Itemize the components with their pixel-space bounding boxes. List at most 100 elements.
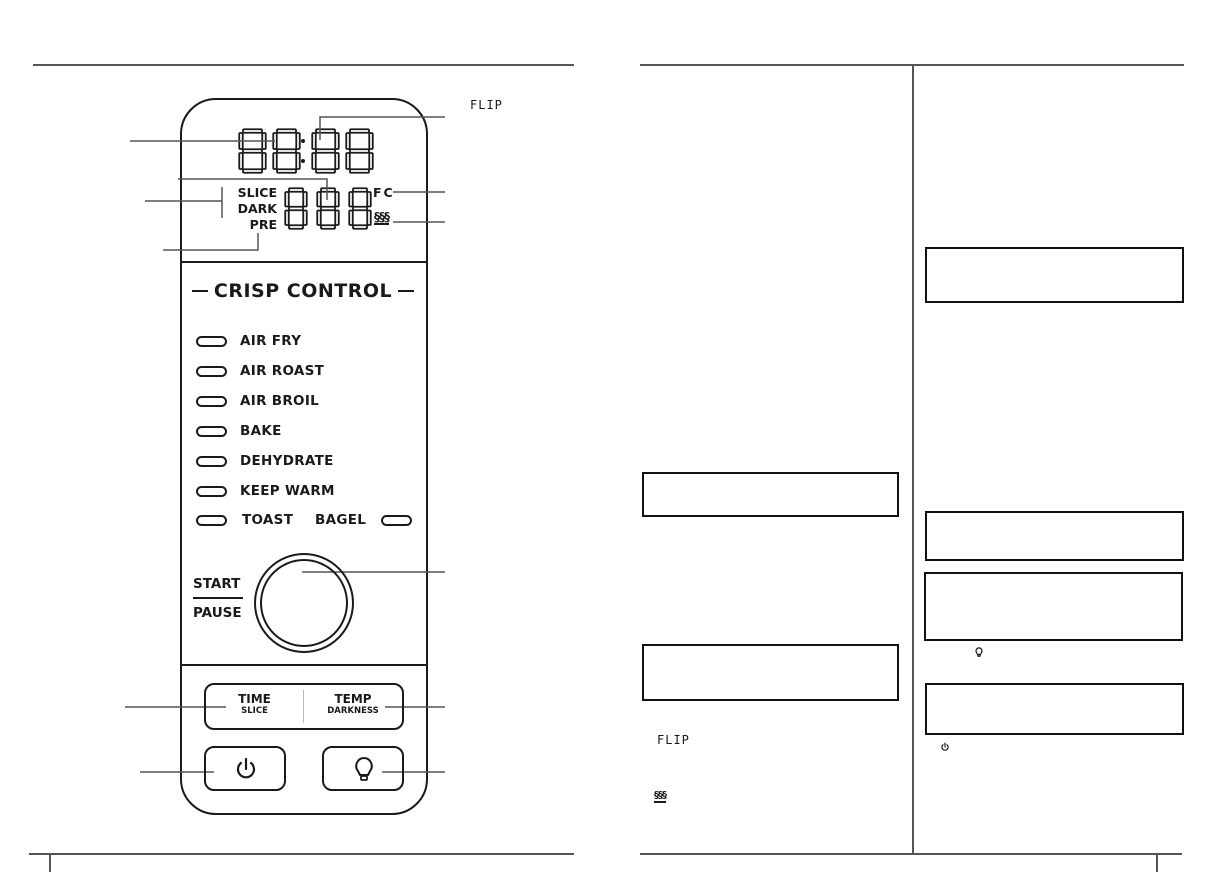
callout-box-5	[924, 572, 1183, 641]
digit-segment	[334, 209, 340, 226]
function-air-broil[interactable]: AIR BROIL	[196, 393, 319, 409]
function-toast[interactable]: TOAST	[196, 512, 293, 528]
digit-segment	[366, 209, 372, 226]
digit-segment	[302, 209, 308, 226]
flip-label: FLIP	[657, 733, 690, 747]
function-label: BAKE	[240, 423, 282, 439]
digit-segment	[366, 191, 372, 208]
digit-segment	[261, 152, 267, 170]
seven-segment-digit	[311, 128, 340, 174]
indicator-light	[381, 514, 413, 526]
function-label: AIR BROIL	[240, 393, 320, 409]
crisp-control-title: CRISP CONTROL	[192, 280, 414, 302]
temp-button-label: TEMP	[334, 692, 372, 706]
start-pause-divider	[193, 597, 243, 599]
function-label: AIR ROAST	[240, 363, 325, 379]
indicator-light	[196, 514, 227, 526]
digit-segment	[272, 152, 278, 170]
function-dehydrate[interactable]: DEHYDRATE	[196, 453, 334, 469]
function-label: DEHYDRATE	[240, 453, 334, 469]
digit-segment	[288, 187, 304, 193]
temp-darkness-button[interactable]: TEMP DARKNESS	[304, 692, 402, 717]
lcd-label-pre: PRE	[249, 217, 277, 232]
callout-box-3	[925, 247, 1184, 303]
digit-segment	[242, 168, 263, 174]
function-bagel[interactable]: BAGEL	[315, 512, 413, 528]
callout-box-2	[642, 644, 899, 701]
digit-segment	[368, 152, 374, 170]
digit-segment	[295, 152, 301, 170]
digit-segment	[284, 191, 290, 208]
lcd-label-dark: DARK	[237, 201, 277, 216]
digit-segment	[352, 224, 368, 230]
digit-segment	[288, 224, 304, 230]
digit-segment	[320, 205, 336, 212]
digit-segment	[352, 205, 368, 212]
leader-pre	[163, 233, 259, 251]
digit-segment	[288, 205, 304, 212]
function-label: TOAST	[242, 512, 294, 528]
power-button[interactable]	[204, 746, 286, 791]
digit-segment	[315, 128, 336, 134]
flip-indicator-label: FLIP	[470, 98, 503, 112]
crisp-control-label: CRISP CONTROL	[213, 280, 393, 302]
digit-segment	[311, 132, 317, 150]
light-button[interactable]	[322, 746, 404, 791]
digit-segment	[345, 152, 351, 170]
seven-segment-digit	[348, 187, 372, 230]
function-bake[interactable]: BAKE	[196, 423, 282, 439]
seven-segment-digit	[238, 128, 267, 174]
digit-segment	[295, 132, 301, 150]
digit-segment	[315, 148, 336, 154]
time-button-label: TIME	[238, 692, 271, 706]
digit-segment	[352, 187, 368, 193]
indicator-light	[196, 425, 227, 437]
seven-segment-digit	[316, 187, 340, 230]
digit-segment	[320, 187, 336, 193]
indicator-light	[196, 485, 227, 497]
power-icon	[941, 742, 949, 751]
digit-segment	[316, 191, 322, 208]
time-slice-button[interactable]: TIME SLICE	[206, 692, 303, 717]
digit-segment	[276, 168, 297, 174]
function-keep-warm[interactable]: KEEP WARM	[196, 483, 335, 499]
title-dash-left	[192, 290, 208, 292]
seven-segment-digit	[345, 128, 374, 174]
start-pause-dial-inner[interactable]	[260, 559, 348, 647]
indicator-light	[196, 365, 227, 377]
temp-digits-display	[284, 187, 372, 230]
digit-segment	[368, 132, 374, 150]
digit-segment	[334, 152, 340, 170]
colon-dot-bottom	[301, 159, 305, 163]
light-bulb-icon	[975, 647, 983, 657]
pause-label: PAUSE	[193, 605, 242, 621]
temp-units-fc: FC	[373, 185, 395, 200]
digit-segment	[334, 191, 340, 208]
digit-segment	[276, 148, 297, 154]
digit-segment	[349, 168, 370, 174]
power-icon	[236, 757, 256, 779]
indicator-light	[196, 335, 227, 347]
light-bulb-icon	[355, 756, 373, 781]
time-digits-display	[238, 128, 374, 174]
seven-segment-digit	[272, 128, 301, 174]
digit-segment	[276, 128, 297, 134]
function-air-roast[interactable]: AIR ROAST	[196, 363, 324, 379]
digit-segment	[311, 152, 317, 170]
darkness-button-sublabel: DARKNESS	[327, 706, 379, 716]
digit-segment	[348, 191, 354, 208]
function-label: KEEP WARM	[240, 483, 335, 499]
function-air-fry[interactable]: AIR FRY	[196, 333, 301, 349]
digit-segment	[315, 168, 336, 174]
lcd-label-slice: SLICE	[237, 185, 277, 200]
indicator-light	[196, 455, 227, 467]
indicator-light	[196, 395, 227, 407]
callout-box-4	[925, 511, 1184, 561]
slice-button-sublabel: SLICE	[241, 706, 268, 716]
digit-segment	[348, 209, 354, 226]
callout-box-6	[925, 683, 1184, 735]
digit-segment	[345, 132, 351, 150]
function-label: AIR FRY	[240, 333, 302, 349]
digit-segment	[334, 132, 340, 150]
digit-segment	[242, 148, 263, 154]
